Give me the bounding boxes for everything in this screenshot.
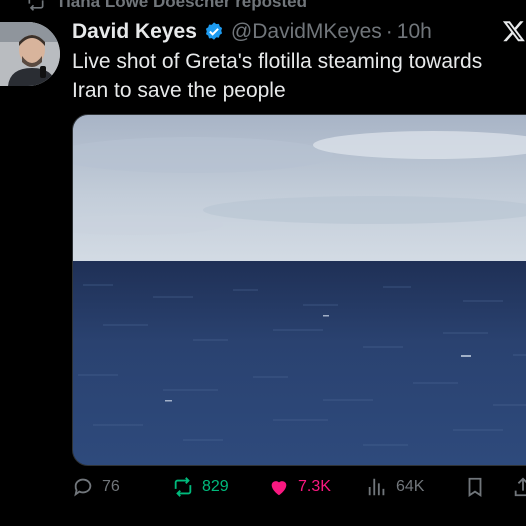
tweet-timestamp[interactable]: 10h	[397, 20, 432, 44]
ocean-photo	[73, 115, 526, 465]
share-button[interactable]	[512, 476, 526, 498]
bookmark-button[interactable]	[464, 476, 486, 498]
x-logo-icon[interactable]	[502, 18, 526, 44]
share-icon	[514, 477, 526, 497]
like-button[interactable]: 7.3K	[268, 476, 331, 498]
tweet-actions-bar: 76 829 7.3K 64K	[72, 472, 526, 504]
verified-badge-icon	[205, 22, 222, 40]
tweet-media-photo[interactable]	[72, 114, 526, 466]
heart-icon	[271, 481, 287, 496]
reply-icon	[74, 478, 92, 497]
avatar-photo	[0, 22, 60, 86]
views-icon	[368, 478, 385, 496]
tweet-text: Live shot of Greta's flotilla steaming t…	[72, 50, 483, 102]
author-handle[interactable]: @DavidMKeyes	[231, 20, 382, 44]
like-count: 7.3K	[298, 478, 331, 495]
repost-button[interactable]: 829	[172, 476, 229, 498]
repost-count: 829	[202, 478, 229, 495]
views-button[interactable]: 64K	[366, 476, 424, 498]
reply-count: 76	[102, 478, 120, 495]
reply-button[interactable]: 76	[72, 476, 120, 498]
repost-icon	[28, 0, 44, 11]
avatar[interactable]	[0, 22, 60, 86]
views-count: 64K	[396, 478, 425, 495]
repost-icon	[174, 477, 192, 497]
author-name[interactable]: David Keyes	[72, 20, 197, 44]
bookmark-icon	[468, 477, 482, 497]
repost-banner[interactable]: Tiana Lowe Doescher reposted	[26, 0, 307, 12]
tweet-header: David Keyes @DavidMKeyes · 10h	[72, 17, 526, 47]
repost-banner-text: Tiana Lowe Doescher reposted	[56, 0, 307, 11]
separator-dot: ·	[385, 20, 393, 43]
